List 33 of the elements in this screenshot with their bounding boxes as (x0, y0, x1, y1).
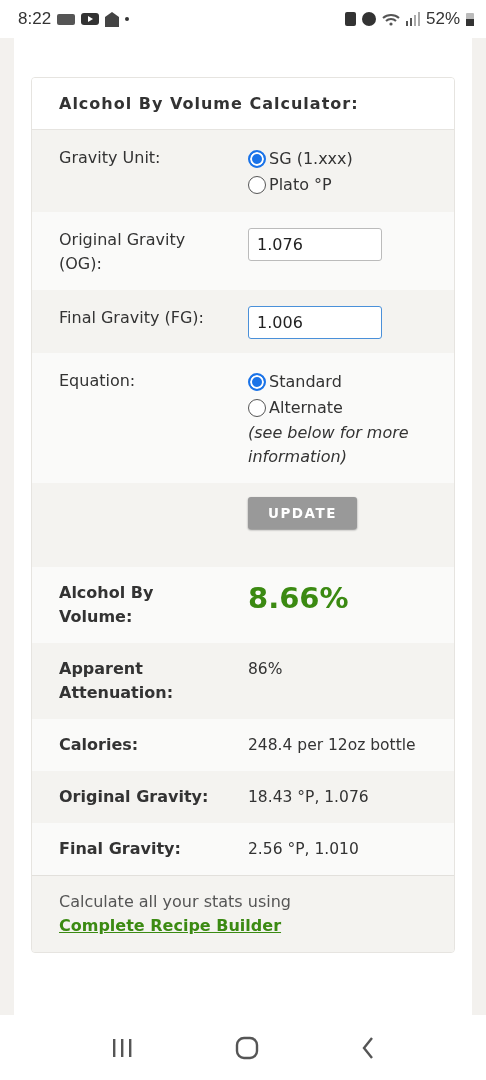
input-field[interactable]: 1.006 (248, 306, 382, 339)
input-field[interactable]: 1.076 (248, 228, 382, 261)
result-value: 86% (248, 659, 283, 680)
result-value: 248.4 per 12oz bottle (248, 735, 416, 756)
field-label: Equation: (59, 370, 137, 392)
video-icon (81, 13, 100, 25)
note-text: (see below for more information) (248, 422, 410, 468)
home-icon[interactable] (235, 1035, 259, 1060)
footer-text: Calculate all your stats using (59, 891, 291, 913)
field-label: Gravity Unit: (59, 147, 162, 169)
status-time: 8:22 (18, 9, 52, 29)
result-label: Final Gravity: (59, 838, 182, 860)
radio-option[interactable]: Standard (248, 369, 342, 395)
result-value: 18.43 °P, 1.076 (248, 787, 369, 808)
result-label: Calories: (59, 734, 140, 756)
recipe-builder-link[interactable]: Complete Recipe Builder (59, 914, 282, 938)
house-icon (105, 11, 120, 27)
result-label: Apparent Attenuation: (59, 658, 175, 704)
result-label: Alcohol By Volume: (59, 582, 155, 628)
battery-level: 52% (425, 9, 460, 29)
radio-option[interactable]: Alternate (248, 395, 343, 421)
calculator-title: Alcohol By Volume Calculator: (59, 94, 359, 113)
result-value: 2.56 °P, 1.010 (248, 839, 359, 860)
result-label: Original Gravity: (59, 786, 210, 808)
radio-option[interactable]: SG (1.xxx) (248, 146, 353, 172)
field-label: Final Gravity (FG): (59, 307, 205, 329)
dot-icon (125, 17, 130, 21)
signal-icon (405, 12, 420, 26)
radio-option[interactable]: Plato °P (248, 172, 332, 198)
field-label: Original Gravity (OG): (59, 229, 187, 275)
wifi-icon (381, 12, 400, 26)
battery-icon (466, 12, 474, 26)
result-value: 8.66% (248, 581, 349, 615)
